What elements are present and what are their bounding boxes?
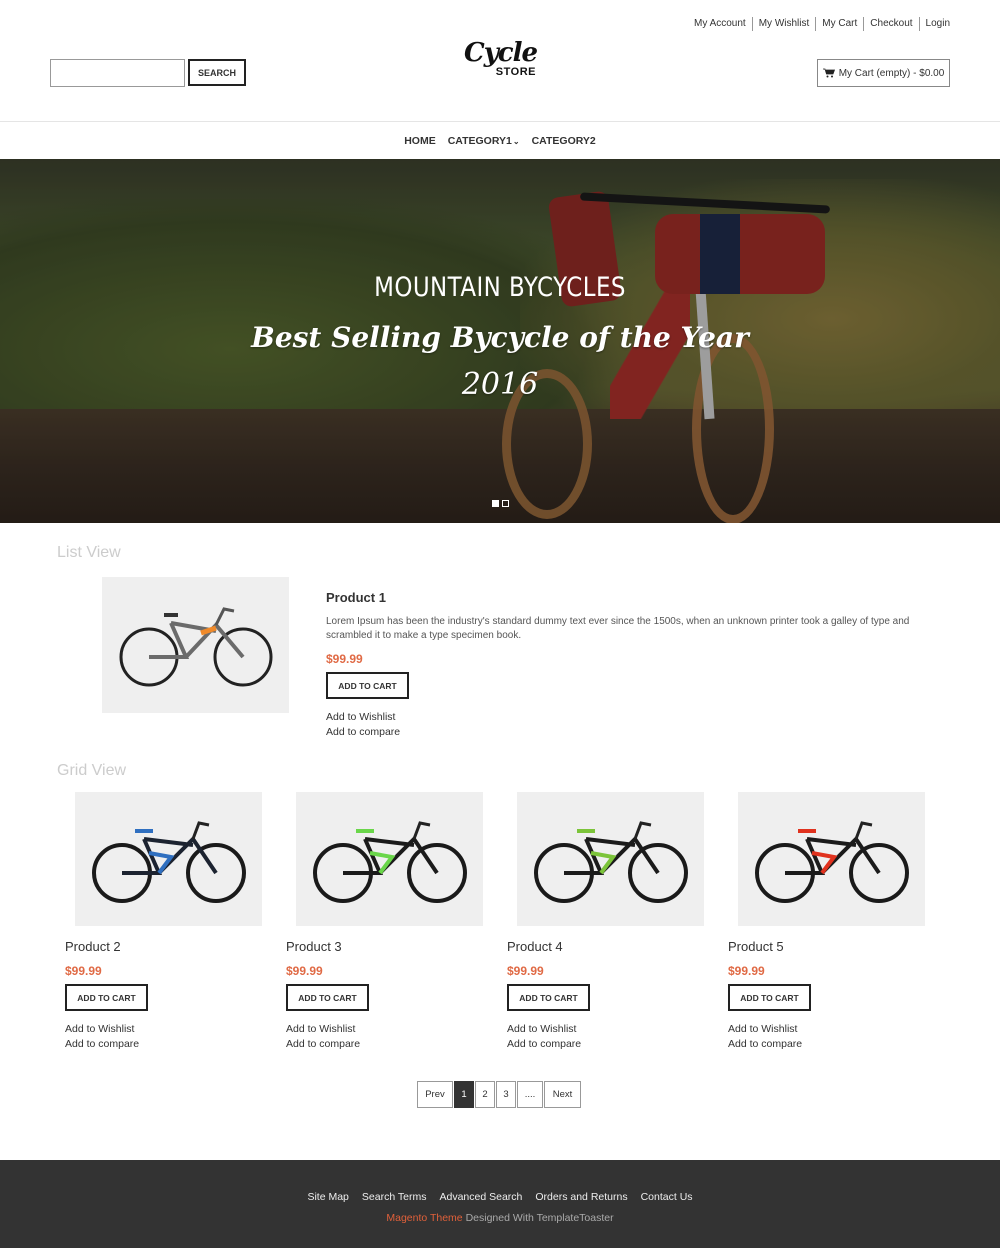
page-2-button[interactable]: 2 [475, 1081, 495, 1108]
footer-credit: Magento Theme Designed With TemplateToas… [0, 1212, 1000, 1224]
add-to-compare-link[interactable]: Add to compare [507, 1038, 581, 1050]
slider-dots [492, 500, 509, 507]
product-price: $99.99 [507, 964, 544, 978]
product-name[interactable]: Product 4 [507, 939, 563, 954]
product-price: $99.99 [326, 652, 363, 666]
grid-view-title: Grid View [57, 762, 127, 779]
add-to-compare-link[interactable]: Add to compare [286, 1038, 360, 1050]
footer-brand-link[interactable]: Magento Theme [386, 1212, 462, 1224]
add-to-cart-button[interactable]: ADD TO CART [286, 984, 369, 1011]
add-to-compare-link[interactable]: Add to compare [728, 1038, 802, 1050]
slider-dot-2[interactable] [502, 500, 509, 507]
cart-summary: My Cart (empty) - $0.00 [838, 67, 945, 79]
my-wishlist-link[interactable]: My Wishlist [751, 17, 816, 31]
add-to-cart-button[interactable]: ADD TO CART [65, 984, 148, 1011]
login-link[interactable]: Login [918, 17, 950, 31]
shopping-cart-icon [822, 68, 835, 78]
bicycle-icon [533, 821, 688, 903]
main-nav: HOME CATEGORY1⌄ CATEGORY2 [0, 121, 1000, 159]
footer-link-advanced-search[interactable]: Advanced Search [439, 1191, 522, 1203]
search-button[interactable]: SEARCH [188, 59, 246, 86]
nav-item-category1[interactable]: CATEGORY1⌄ [448, 135, 520, 147]
hero-slider[interactable]: MOUNTAIN BYCYCLES Best Selling Bycycle o… [0, 159, 1000, 523]
product-price: $99.99 [728, 964, 765, 978]
page-ellipsis[interactable]: .... [517, 1081, 543, 1108]
footer-link-orders-returns[interactable]: Orders and Returns [535, 1191, 627, 1203]
product-description: Lorem Ipsum has been the industry's stan… [326, 616, 910, 641]
hero-title: MOUNTAIN BYCYCLES [374, 272, 626, 303]
bicycle-icon [312, 821, 467, 903]
search-form: SEARCH [50, 59, 246, 87]
add-to-cart-button[interactable]: ADD TO CART [326, 672, 409, 699]
nav-item-home[interactable]: HOME [404, 135, 436, 147]
product-image[interactable] [75, 792, 262, 926]
hero-subtitle: Best Selling Bycycle of the Year [251, 321, 749, 354]
checkout-link[interactable]: Checkout [863, 17, 918, 31]
footer-link-contact-us[interactable]: Contact Us [641, 1191, 693, 1203]
add-to-wishlist-link[interactable]: Add to Wishlist [728, 1023, 797, 1035]
footer-link-site-map[interactable]: Site Map [307, 1191, 348, 1203]
footer-links: Site Map Search Terms Advanced Search Or… [0, 1191, 1000, 1203]
store-logo[interactable]: Cycle STORE [462, 38, 542, 84]
page-3-button[interactable]: 3 [496, 1081, 516, 1108]
top-links: My Account My Wishlist My Cart Checkout … [694, 17, 950, 31]
bicycle-icon [119, 607, 272, 687]
product-image[interactable] [738, 792, 925, 926]
mini-cart-button[interactable]: My Cart (empty) - $0.00 [817, 59, 950, 87]
add-to-compare-link[interactable]: Add to compare [326, 726, 400, 738]
product-name[interactable]: Product 1 [326, 590, 386, 605]
page-1-button[interactable]: 1 [454, 1081, 474, 1108]
add-to-cart-button[interactable]: ADD TO CART [728, 984, 811, 1011]
add-to-wishlist-link[interactable]: Add to Wishlist [65, 1023, 134, 1035]
bicycle-icon [91, 821, 246, 903]
product-image[interactable] [517, 792, 704, 926]
list-view-title: List View [57, 544, 121, 561]
product-price: $99.99 [286, 964, 323, 978]
chevron-down-icon: ⌄ [512, 136, 520, 146]
add-to-cart-button[interactable]: ADD TO CART [507, 984, 590, 1011]
footer: Site Map Search Terms Advanced Search Or… [0, 1160, 1000, 1248]
prev-page-button[interactable]: Prev [417, 1081, 453, 1108]
add-to-wishlist-link[interactable]: Add to Wishlist [507, 1023, 576, 1035]
product-name[interactable]: Product 2 [65, 939, 121, 954]
search-input[interactable] [50, 59, 185, 87]
product-price: $99.99 [65, 964, 102, 978]
add-to-compare-link[interactable]: Add to compare [65, 1038, 139, 1050]
pagination: Prev 1 2 3 .... Next [417, 1081, 581, 1108]
logo-script-text: Cycle [464, 38, 538, 68]
logo-store-text: STORE [495, 66, 536, 78]
product-image[interactable] [296, 792, 483, 926]
footer-link-search-terms[interactable]: Search Terms [362, 1191, 427, 1203]
product-name[interactable]: Product 5 [728, 939, 784, 954]
my-cart-link[interactable]: My Cart [815, 17, 863, 31]
footer-credit-text: Designed With TemplateToaster [462, 1212, 614, 1224]
bicycle-icon [754, 821, 909, 903]
add-to-wishlist-link[interactable]: Add to Wishlist [286, 1023, 355, 1035]
my-account-link[interactable]: My Account [694, 17, 752, 31]
product-image[interactable] [102, 577, 289, 713]
product-name[interactable]: Product 3 [286, 939, 342, 954]
slider-dot-1[interactable] [492, 500, 499, 507]
nav-item-category1-label: CATEGORY1 [447, 134, 512, 147]
next-page-button[interactable]: Next [544, 1081, 581, 1108]
add-to-wishlist-link[interactable]: Add to Wishlist [326, 711, 395, 723]
hero-year: 2016 [461, 367, 539, 402]
nav-item-category2[interactable]: CATEGORY2 [532, 135, 596, 147]
